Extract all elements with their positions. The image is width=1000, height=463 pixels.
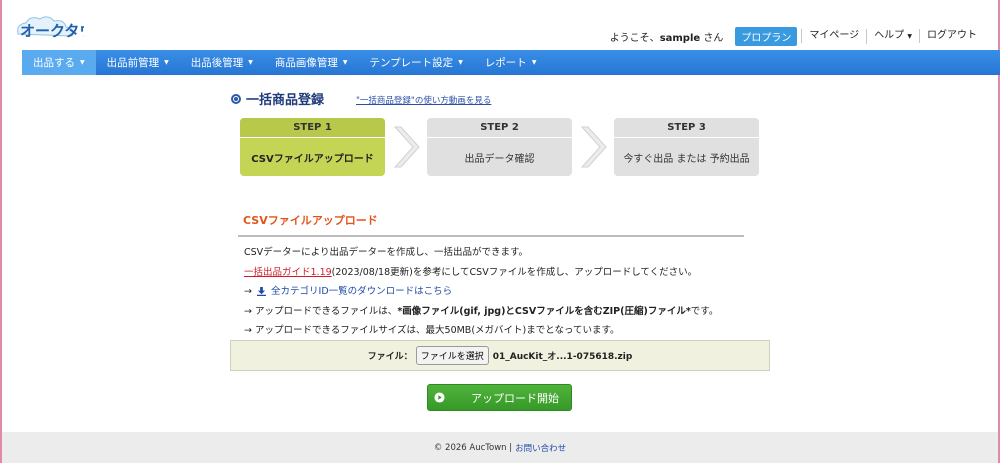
copyright: © 2026 AucTown |	[433, 442, 513, 453]
logout-link[interactable]: ログアウト	[919, 29, 984, 43]
selected-file-name: 01_AucKit_オ...1-075618.zip	[492, 352, 633, 362]
file-label: ファイル：	[367, 352, 413, 362]
chevron-right-icon	[580, 126, 607, 168]
footer: © 2026 AucTown | お問い合わせ	[2, 432, 998, 463]
nav-item-pre-listing[interactable]: 出品前管理 ▼	[96, 50, 180, 75]
instruction-line: 一括出品ガイド1.19(2023/08/18更新)を参考にしてCSVファイルを作…	[244, 266, 698, 278]
nav-item-reports[interactable]: レポート ▼	[474, 50, 548, 75]
chevron-down-icon: ▼	[80, 59, 85, 66]
upload-start-button[interactable]: アップロード開始	[427, 384, 572, 411]
step-2: STEP 2 出品データ確認	[427, 118, 572, 176]
contact-link[interactable]: お問い合わせ	[515, 442, 566, 454]
chevron-right-icon	[393, 126, 420, 168]
file-upload-box: ファイル： ファイルを選択 01_AucKit_オ...1-075618.zip	[230, 340, 770, 371]
main-nav: 出品する ▼ 出品前管理 ▼ 出品後管理 ▼ 商品画像管理 ▼ テンプレート設定 ▼ レポ…	[22, 50, 1000, 75]
svg-text:オークタウン: オークタウン	[20, 22, 84, 40]
step-indicator: STEP 1 CSVファイルアップロード STEP 2 出品データ確認 STEP…	[240, 118, 760, 176]
instruction-line: → アップロードできるファイルサイズは、最大50MB(メガバイト)までとなってい…	[244, 325, 620, 336]
chevron-down-icon: ▼	[458, 59, 463, 66]
section-divider	[238, 235, 744, 237]
nav-item-post-listing[interactable]: 出品後管理 ▼	[180, 50, 264, 75]
instruction-line: → 全カテゴリID一覧のダウンロードはこちら	[244, 286, 453, 297]
chevron-down-icon: ▼	[164, 59, 169, 66]
header: オークタウン ようこそ、sample さん プロプラン マイページ ヘルプ ▼ …	[2, 0, 998, 50]
step-3: STEP 3 今すぐ出品 または 予約出品	[614, 118, 759, 176]
auctown-logo[interactable]: オークタウン	[14, 12, 84, 42]
guide-link[interactable]: 一括出品ガイド1.19	[244, 267, 332, 278]
title-row: 一括商品登録 "一括商品登録"の使い方動画を見る	[231, 89, 491, 108]
category-download-link[interactable]: 全カテゴリID一覧のダウンロードはこちら	[271, 286, 452, 297]
plan-badge[interactable]: プロプラン	[735, 26, 798, 46]
instructions: CSVデーターにより出品データーを作成し、一括出品ができます。 一括出品ガイド1…	[244, 243, 764, 341]
page-title: 一括商品登録	[246, 93, 325, 108]
play-circle-icon	[434, 392, 445, 403]
download-icon	[257, 287, 266, 296]
welcome-text: ようこそ、sample さん	[609, 32, 724, 44]
chevron-down-icon: ▼	[531, 59, 537, 66]
mypage-link[interactable]: マイページ	[801, 29, 866, 43]
section-title: CSVファイルアップロード	[243, 214, 378, 227]
choose-file-button[interactable]: ファイルを選択	[415, 346, 489, 365]
header-top-right: ようこそ、sample さん プロプラン マイページ ヘルプ ▼ ログアウト	[609, 26, 984, 46]
nav-item-templates[interactable]: テンプレート設定 ▼	[359, 50, 474, 75]
video-guide-link[interactable]: "一括商品登録"の使い方動画を見る	[356, 94, 491, 106]
nav-item-listing[interactable]: 出品する ▼	[22, 50, 96, 75]
instruction-line: CSVデーターにより出品データーを作成し、一括出品ができます。	[244, 247, 529, 258]
nav-item-images[interactable]: 商品画像管理 ▼	[264, 50, 359, 75]
instruction-line: → アップロードできるファイルは、*画像ファイル(gif, jpg)とCSVファ…	[244, 305, 719, 317]
chevron-down-icon: ▼	[342, 59, 348, 66]
step-1: STEP 1 CSVファイルアップロード	[240, 118, 385, 176]
left-edge	[0, 0, 2, 463]
help-menu[interactable]: ヘルプ ▼	[866, 28, 919, 44]
chevron-down-icon: ▼	[248, 59, 253, 66]
bullet-icon	[231, 93, 241, 104]
